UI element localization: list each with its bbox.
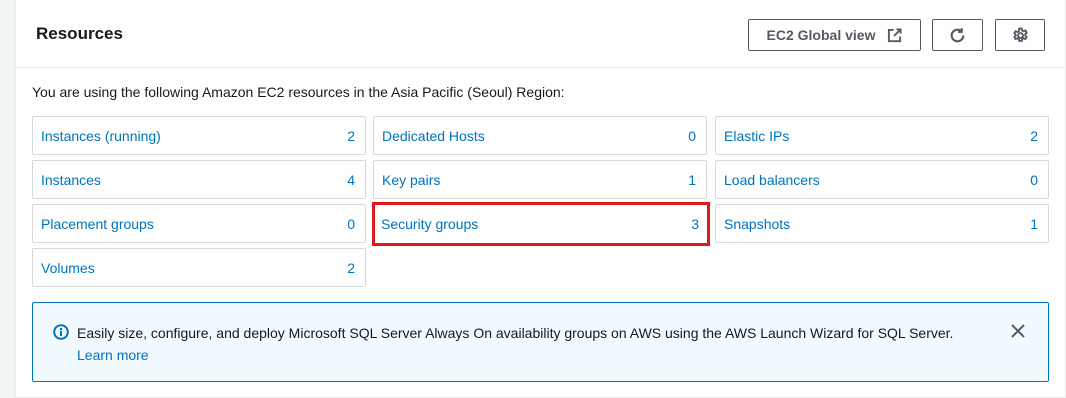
resource-label: Elastic IPs <box>724 127 790 144</box>
resources-panel: Resources EC2 Global view You are using … <box>15 0 1066 398</box>
resource-instances[interactable]: Instances 4 <box>32 160 366 199</box>
learn-more-link[interactable]: Learn more <box>77 347 149 363</box>
panel-header: Resources EC2 Global view <box>16 0 1065 68</box>
settings-button[interactable] <box>995 19 1045 51</box>
panel-title: Resources <box>36 24 123 43</box>
resource-count: 2 <box>347 127 355 144</box>
gear-icon <box>1012 27 1029 44</box>
external-link-icon <box>887 27 902 43</box>
alert-message-block: Easily size, configure, and deploy Micro… <box>77 322 977 366</box>
intro-text: You are using the following Amazon EC2 r… <box>32 84 565 100</box>
resource-label: Load balancers <box>724 171 820 188</box>
info-icon <box>53 324 69 345</box>
resource-label: Volumes <box>41 259 95 276</box>
close-icon[interactable] <box>1010 323 1026 344</box>
ec2-global-view-label: EC2 Global view <box>766 27 876 43</box>
ec2-global-view-button[interactable]: EC2 Global view <box>748 19 921 51</box>
resource-count: 2 <box>1030 127 1038 144</box>
resource-volumes[interactable]: Volumes 2 <box>32 248 366 287</box>
resource-snapshots[interactable]: Snapshots 1 <box>715 204 1049 243</box>
resource-count: 0 <box>1030 171 1038 188</box>
refresh-icon <box>949 27 966 44</box>
resource-label: Dedicated Hosts <box>382 127 485 144</box>
resource-label: Instances <box>41 171 101 188</box>
resource-load-balancers[interactable]: Load balancers 0 <box>715 160 1049 199</box>
resource-label: Key pairs <box>382 171 441 188</box>
resource-elastic-ips[interactable]: Elastic IPs 2 <box>715 116 1049 155</box>
resource-count: 3 <box>691 216 699 232</box>
alert-message: Easily size, configure, and deploy Micro… <box>77 325 954 341</box>
resource-label: Snapshots <box>724 215 791 232</box>
resource-key-pairs[interactable]: Key pairs 1 <box>373 160 707 199</box>
resource-count: 2 <box>347 259 355 276</box>
resource-label: Placement groups <box>41 215 154 232</box>
resource-count: 0 <box>688 127 696 144</box>
resource-count: 0 <box>347 215 355 232</box>
resource-instances-running[interactable]: Instances (running) 2 <box>32 116 366 155</box>
resource-count: 1 <box>1030 215 1038 232</box>
resource-label: Security groups <box>381 216 479 232</box>
resource-count: 1 <box>688 171 696 188</box>
resource-security-groups[interactable]: Security groups 3 <box>372 202 710 246</box>
resource-dedicated-hosts[interactable]: Dedicated Hosts 0 <box>373 116 707 155</box>
refresh-button[interactable] <box>932 19 983 51</box>
info-alert: Easily size, configure, and deploy Micro… <box>32 302 1049 382</box>
resource-label: Instances (running) <box>41 127 161 144</box>
resource-count: 4 <box>347 171 355 188</box>
resource-placement-groups[interactable]: Placement groups 0 <box>32 204 366 243</box>
